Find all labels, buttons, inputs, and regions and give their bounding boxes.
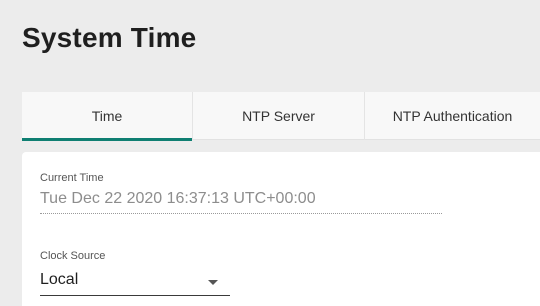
- tab-time[interactable]: Time: [22, 92, 192, 141]
- clock-source-label: Clock Source: [40, 250, 106, 262]
- current-time-label: Current Time: [40, 172, 104, 184]
- tab-ntp-authentication[interactable]: NTP Authentication: [364, 92, 540, 140]
- clock-source-value: Local: [40, 271, 79, 288]
- tab-ntp-server[interactable]: NTP Server: [192, 92, 364, 140]
- time-settings-panel: Current Time Tue Dec 22 2020 16:37:13 UT…: [22, 152, 540, 306]
- tab-bar: Time NTP Server NTP Authentication: [22, 92, 540, 141]
- system-time-page: System Time Time NTP Server NTP Authenti…: [0, 0, 540, 306]
- page-title: System Time: [22, 22, 197, 53]
- clock-source-select[interactable]: Local: [40, 268, 230, 296]
- current-time-value: Tue Dec 22 2020 16:37:13 UTC+00:00: [40, 190, 442, 214]
- chevron-down-icon: [208, 280, 218, 285]
